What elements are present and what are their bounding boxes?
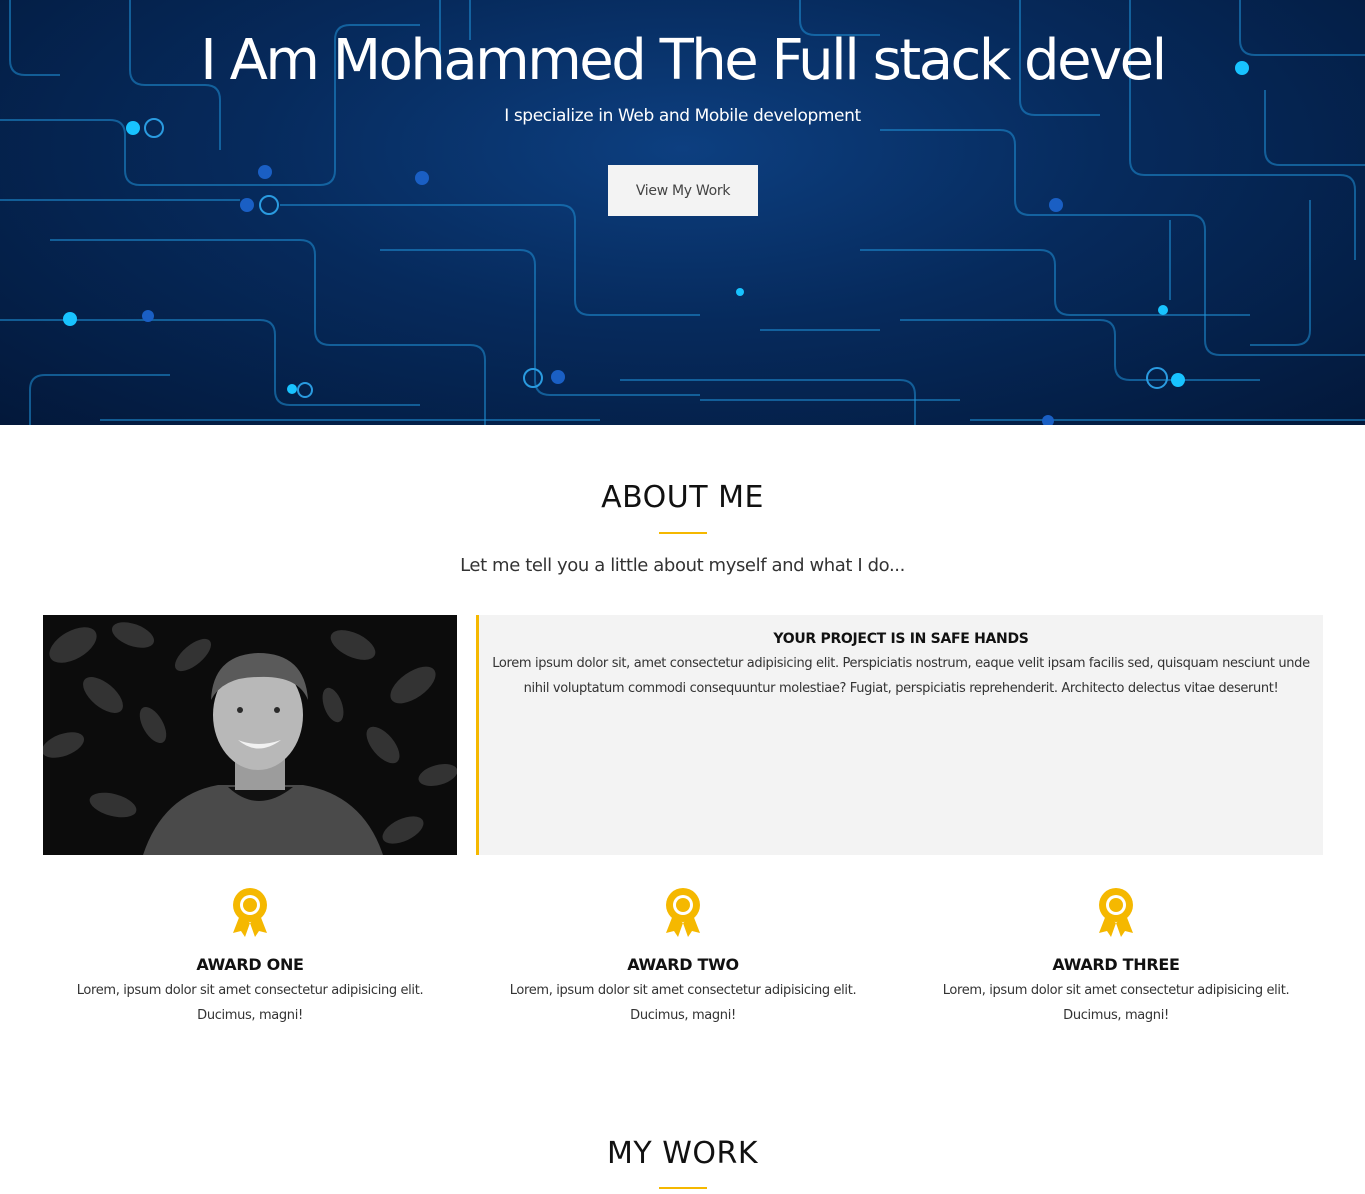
award-title: AWARD THREE [1052, 955, 1180, 974]
about-title: ABOUT ME [601, 480, 764, 515]
safe-hands-text: Lorem ipsum dolor sit, amet consectetur … [492, 656, 1310, 696]
award-ribbon-icon [233, 888, 267, 937]
award-text: Lorem, ipsum dolor sit amet consectetur … [942, 983, 1290, 1023]
safe-hands-box: YOUR PROJECT IS IN SAFE HANDS Lorem ipsu… [476, 615, 1323, 855]
safe-hands-heading: YOUR PROJECT IS IN SAFE HANDS [773, 631, 1029, 647]
hero-subtitle: I specialize in Web and Mobile developme… [504, 106, 861, 126]
hero-banner: I Am Mohammed The Full stack devel I spe… [0, 0, 1365, 425]
work-title: MY WORK [606, 1136, 759, 1171]
award-title: AWARD ONE [196, 955, 304, 974]
work-title-underline [659, 1187, 707, 1189]
about-intro: Let me tell you a little about myself an… [460, 555, 905, 576]
profile-photo [43, 615, 457, 855]
profile-photo-image [43, 615, 457, 855]
award-text: Lorem, ipsum dolor sit amet consectetur … [76, 983, 424, 1023]
award-ribbon-icon [666, 888, 700, 937]
award-title: AWARD TWO [627, 955, 739, 974]
about-title-underline [659, 532, 707, 534]
award-text: Lorem, ipsum dolor sit amet consectetur … [509, 983, 857, 1023]
view-my-work-button[interactable]: View My Work [608, 165, 758, 216]
award-ribbon-icon [1099, 888, 1133, 937]
award-card: AWARD THREE Lorem, ipsum dolor sit amet … [911, 885, 1321, 1028]
award-card: AWARD ONE Lorem, ipsum dolor sit amet co… [45, 885, 455, 1028]
hero-title: I Am Mohammed The Full stack devel [200, 28, 1167, 93]
award-card: AWARD TWO Lorem, ipsum dolor sit amet co… [478, 885, 888, 1028]
